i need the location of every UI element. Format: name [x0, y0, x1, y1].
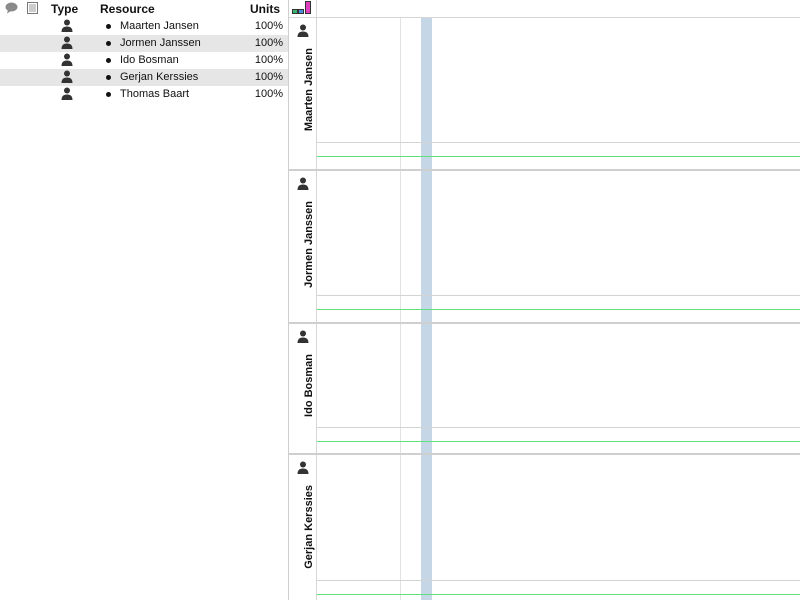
column-header-resource[interactable]: Resource [100, 2, 155, 16]
grid-line [400, 171, 401, 324]
resource-name: Ido Bosman [120, 54, 179, 66]
column-header-units[interactable]: Units [250, 2, 280, 16]
resource-lane: Maarten Jansen [289, 18, 800, 171]
table-header: Type Resource Units [0, 0, 289, 18]
person-icon [61, 87, 73, 101]
table-row[interactable]: Gerjan Kerssies 100% [0, 69, 289, 86]
lane-resource-name: Gerjan Kerssies [303, 485, 315, 569]
lane-resource-name: Jormen Janssen [303, 201, 315, 288]
today-column [421, 324, 432, 455]
capacity-line [316, 156, 800, 157]
table-row[interactable]: Ido Bosman 100% [0, 52, 289, 69]
resource-name: Thomas Baart [120, 88, 190, 100]
lane-baseline [316, 427, 800, 428]
resource-lane: Ido Bosman [289, 324, 800, 455]
grid-line [400, 18, 401, 171]
bullet [106, 58, 111, 63]
person-icon [296, 461, 310, 475]
lane-label: Ido Bosman [289, 324, 317, 455]
column-header-type[interactable]: Type [51, 2, 78, 16]
lane-label: Jormen Janssen [289, 171, 317, 324]
capacity-line [316, 309, 800, 310]
lane-label: Gerjan Kerssies [289, 455, 317, 600]
chart-timescale-header [289, 0, 800, 18]
bullet [106, 92, 111, 97]
resource-table: Type Resource Units Maarten Jansen 100% … [0, 0, 289, 600]
resource-units: 100% [254, 37, 283, 49]
bullet [106, 24, 111, 29]
notes-icon[interactable] [27, 2, 38, 17]
grid-line [400, 455, 401, 600]
resource-name: Gerjan Kerssies [120, 71, 199, 83]
resource-units: 100% [254, 20, 283, 32]
resource-lane: Gerjan Kerssies [289, 455, 800, 600]
grid-line [400, 324, 401, 455]
person-icon [61, 19, 73, 33]
resource-name: Jormen Janssen [120, 37, 201, 49]
person-icon [296, 330, 310, 344]
lane-resource-name: Ido Bosman [303, 354, 315, 417]
person-icon [61, 36, 73, 50]
table-row[interactable]: Thomas Baart 100% [0, 86, 289, 103]
today-column [421, 18, 432, 171]
person-icon [296, 177, 310, 191]
capacity-line [316, 441, 800, 442]
comment-icon[interactable] [5, 2, 18, 17]
lane-baseline [316, 142, 800, 143]
lane-resource-name: Maarten Jansen [303, 48, 315, 132]
lane-baseline [316, 295, 800, 296]
person-icon [61, 53, 73, 67]
resource-units: 100% [254, 54, 283, 66]
resource-usage-chart: Maarten Jansen Jormen Janssen Ido Bosman [289, 0, 800, 600]
person-icon [296, 24, 310, 38]
resource-units: 100% [254, 88, 283, 100]
lane-baseline [316, 580, 800, 581]
resource-name: Maarten Jansen [120, 20, 199, 32]
resource-lane: Jormen Janssen [289, 171, 800, 324]
bullet [106, 41, 111, 46]
table-row[interactable]: Maarten Jansen 100% [0, 18, 289, 35]
lane-label: Maarten Jansen [289, 18, 317, 171]
capacity-line [316, 594, 800, 595]
resource-units: 100% [254, 71, 283, 83]
today-column [421, 171, 432, 324]
today-column [421, 455, 432, 600]
bullet [106, 75, 111, 80]
person-icon [61, 70, 73, 84]
table-row[interactable]: Jormen Janssen 100% [0, 35, 289, 52]
bar-chart-legend-icon[interactable] [289, 0, 317, 17]
